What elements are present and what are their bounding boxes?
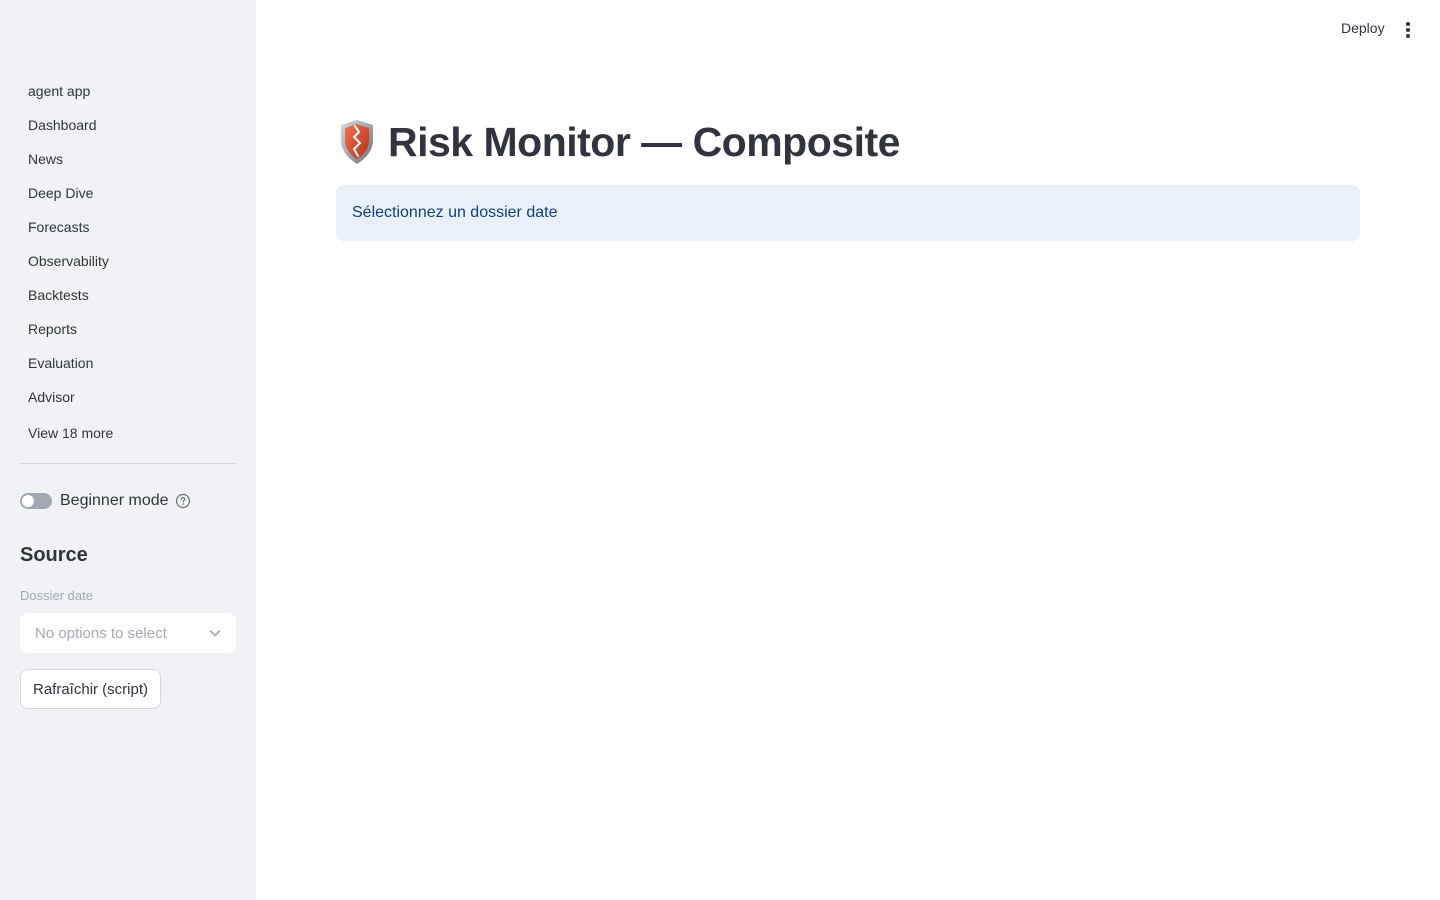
- info-message: Sélectionnez un dossier date: [352, 204, 558, 221]
- sidebar-item-agent-app[interactable]: agent app: [0, 74, 256, 108]
- sidebar-item-deep-dive[interactable]: Deep Dive: [0, 176, 256, 210]
- sidebar-item-evaluation[interactable]: Evaluation: [0, 346, 256, 380]
- sidebar-divider: [20, 463, 236, 464]
- dossier-date-placeholder: No options to select: [35, 624, 167, 642]
- sidebar: agent app Dashboard News Deep Dive Forec…: [0, 0, 256, 900]
- beginner-mode-row: Beginner mode: [20, 490, 191, 512]
- sidebar-item-forecasts[interactable]: Forecasts: [0, 210, 256, 244]
- sidebar-item-news[interactable]: News: [0, 142, 256, 176]
- sidebar-item-observability[interactable]: Observability: [0, 244, 256, 278]
- sidebar-item-dashboard[interactable]: Dashboard: [0, 108, 256, 142]
- help-circle-icon[interactable]: [175, 493, 191, 509]
- sidebar-nav: agent app Dashboard News Deep Dive Forec…: [0, 74, 256, 414]
- view-more-link[interactable]: View 18 more: [28, 425, 113, 441]
- sidebar-item-reports[interactable]: Reports: [0, 312, 256, 346]
- chevron-down-icon: [208, 626, 222, 640]
- shield-icon: [338, 118, 376, 166]
- beginner-mode-toggle[interactable]: [20, 493, 52, 509]
- beginner-mode-label: Beginner mode: [60, 492, 169, 509]
- source-heading: Source: [20, 544, 88, 566]
- more-vertical-icon[interactable]: [1399, 20, 1417, 40]
- toggle-knob: [22, 495, 34, 507]
- refresh-script-button[interactable]: Rafraîchir (script): [20, 669, 162, 709]
- deploy-button[interactable]: Deploy: [1341, 20, 1385, 36]
- sidebar-item-advisor[interactable]: Advisor: [0, 380, 256, 414]
- dossier-date-label: Dossier date: [20, 588, 93, 603]
- page-title: Risk Monitor — Composite: [388, 118, 900, 165]
- dossier-date-select[interactable]: No options to select: [20, 613, 236, 653]
- info-alert: Sélectionnez un dossier date: [336, 185, 1360, 241]
- sidebar-item-backtests[interactable]: Backtests: [0, 278, 256, 312]
- page-title-row: Risk Monitor — Composite: [338, 114, 900, 170]
